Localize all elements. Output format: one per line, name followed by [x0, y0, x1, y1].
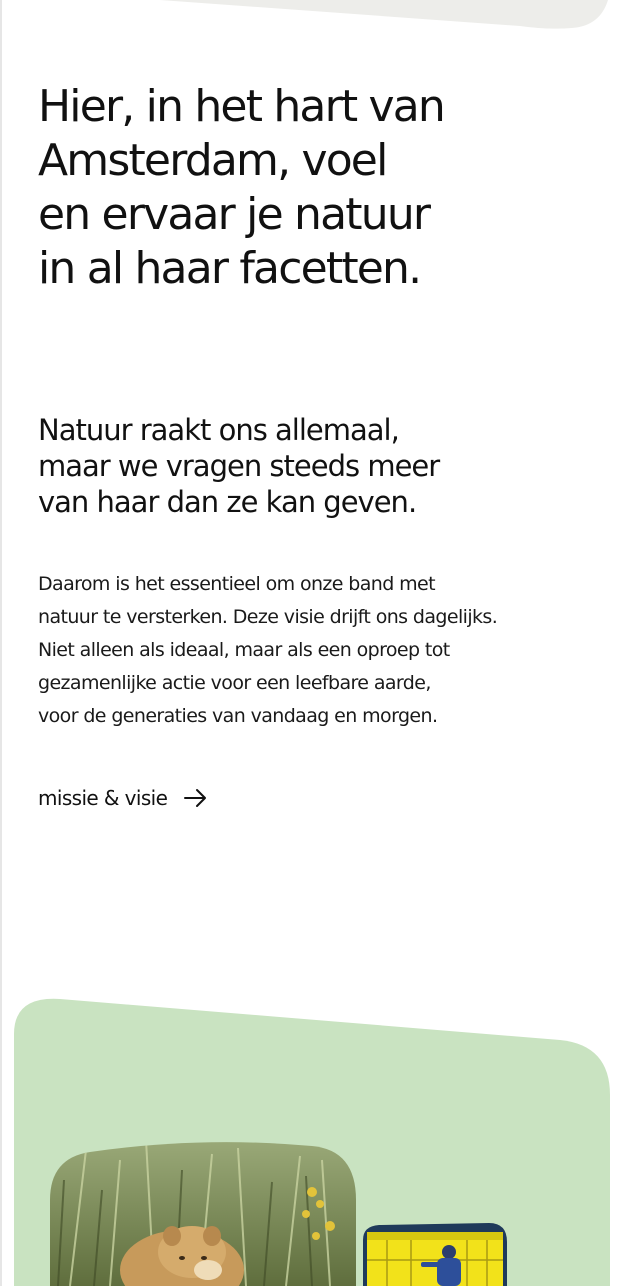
lion-photo [50, 1142, 356, 1286]
missie-visie-link[interactable]: missie & visie [38, 782, 209, 814]
body-line: natuur te versterken. Deze visie drijft … [38, 606, 498, 628]
missie-visie-label: missie & visie [38, 786, 168, 810]
page: Hier, in het hart van Amsterdam, voel en… [0, 0, 624, 1286]
headline-line: en ervaar je natuur [38, 189, 431, 240]
subheading-line: van haar dan ze kan geven. [38, 485, 417, 519]
subheading-line: maar we vragen steeds meer [38, 449, 440, 483]
page-headline: Hier, in het hart van Amsterdam, voel en… [38, 80, 598, 296]
section-body-text: Daarom is het essentieel om onze band me… [38, 568, 598, 733]
section-subheading: Natuur raakt ons allemaal, maar we vrage… [38, 412, 598, 520]
museum-hall-photo [363, 1223, 507, 1286]
top-curved-band [160, 0, 608, 29]
body-line: voor de generaties van vandaag en morgen… [38, 705, 438, 727]
body-line: Daarom is het essentieel om onze band me… [38, 573, 436, 595]
headline-line: Amsterdam, voel [38, 135, 388, 186]
headline-line: in al haar facetten. [38, 243, 422, 294]
headline-line: Hier, in het hart van [38, 81, 446, 132]
body-line: gezamenlijke actie voor een leefbare aar… [38, 672, 431, 694]
arrow-right-icon [184, 789, 207, 807]
body-line: Niet alleen als ideaal, maar als een opr… [38, 639, 450, 661]
subheading-line: Natuur raakt ons allemaal, [38, 413, 400, 447]
